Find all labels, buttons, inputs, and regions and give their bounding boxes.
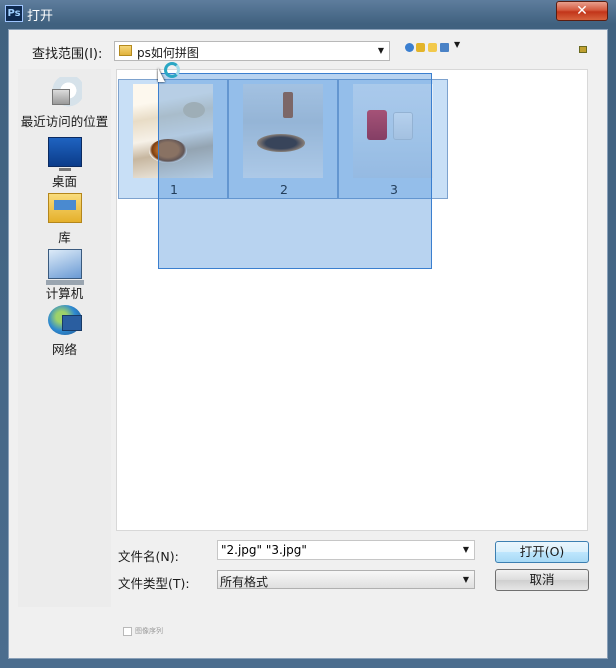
place-libraries[interactable]: 库: [18, 193, 111, 246]
place-label: 计算机: [45, 286, 84, 301]
chevron-down-icon[interactable]: ▼: [375, 42, 387, 60]
libraries-icon: [47, 193, 82, 223]
place-label: 最近访问的位置: [20, 114, 109, 129]
dialog-body: 查找范围(I): ps如何拼图 ▼ ▼ 最近访问的位置 桌面 库 计算机 网络 …: [8, 29, 608, 659]
network-icon: [47, 305, 82, 335]
image-sequence-label: 图像序列: [135, 627, 163, 635]
chevron-down-icon[interactable]: ▼: [460, 571, 472, 589]
up-folder-icon[interactable]: [416, 43, 425, 52]
back-icon[interactable]: [405, 43, 414, 52]
place-label: 网络: [51, 342, 77, 357]
title-bar[interactable]: Ps 打开 ✕: [0, 0, 616, 28]
place-label: 库: [58, 230, 71, 245]
selection-rectangle: [158, 73, 432, 269]
computer-icon: [45, 249, 84, 285]
places-bar: 最近访问的位置 桌面 库 计算机 网络: [18, 69, 111, 607]
file-name-label: 文件名(N):: [118, 549, 179, 564]
close-icon: ✕: [576, 3, 588, 19]
file-name-field[interactable]: ▼: [217, 540, 475, 560]
chevron-down-icon[interactable]: ▼: [460, 541, 472, 559]
open-button[interactable]: 打开(O): [495, 541, 589, 563]
folder-icon: [119, 45, 132, 56]
look-in-dropdown[interactable]: ps如何拼图 ▼: [114, 41, 390, 61]
recent-places-icon: [47, 77, 82, 107]
view-menu-chevron-icon[interactable]: ▼: [454, 40, 462, 49]
desktop-icon: [47, 137, 82, 171]
place-network[interactable]: 网络: [18, 305, 111, 358]
place-desktop[interactable]: 桌面: [18, 137, 111, 190]
busy-cursor-icon: [164, 62, 180, 78]
view-menu-icon[interactable]: [440, 43, 449, 52]
look-in-label: 查找范围(I):: [32, 47, 103, 62]
file-type-label: 文件类型(T):: [118, 576, 190, 591]
cancel-button[interactable]: 取消: [495, 569, 589, 591]
window-title: 打开: [27, 9, 54, 24]
open-dialog-window: Ps 打开 ✕ 查找范围(I): ps如何拼图 ▼ ▼ 最近访问的位置 桌面 库…: [0, 0, 616, 668]
close-button[interactable]: ✕: [556, 1, 608, 21]
new-folder-icon[interactable]: [428, 43, 437, 52]
file-type-dropdown[interactable]: 所有格式 ▼: [217, 570, 475, 589]
place-recent[interactable]: 最近访问的位置: [18, 77, 111, 130]
place-label: 桌面: [51, 174, 77, 189]
file-name-input[interactable]: [221, 542, 457, 558]
folder-small-icon[interactable]: [579, 46, 587, 53]
look-in-value: ps如何拼图: [137, 46, 199, 60]
place-computer[interactable]: 计算机: [18, 249, 111, 302]
photoshop-app-icon: Ps: [5, 5, 23, 22]
image-sequence-checkbox[interactable]: [123, 627, 132, 636]
file-type-value: 所有格式: [220, 575, 269, 589]
